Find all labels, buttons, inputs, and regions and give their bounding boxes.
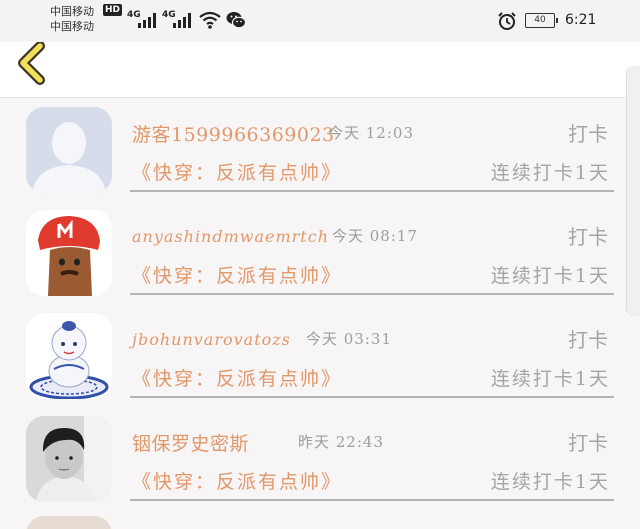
default-person-avatar[interactable]	[26, 107, 112, 193]
user-name[interactable]: jbohunvarovatozs	[132, 330, 291, 349]
signal-icon	[173, 12, 191, 28]
book-title[interactable]: 《快穿：反派有点帅》	[132, 261, 342, 288]
battery-icon: 40	[525, 13, 558, 28]
streak-label: 连续打卡1天	[490, 471, 610, 493]
checkin-time: 今天 03:31	[306, 330, 392, 348]
streak-label: 连续打卡1天	[490, 265, 610, 287]
row-divider	[130, 396, 614, 398]
list-item[interactable]: 游客1599966369023 今天 12:03 打卡 《快穿：反派有点帅》 连…	[0, 99, 640, 202]
porcelain-figure-avatar[interactable]	[26, 313, 112, 399]
checkin-list: 游客1599966369023 今天 12:03 打卡 《快穿：反派有点帅》 连…	[0, 99, 640, 511]
hd-badge: HD	[103, 4, 123, 16]
checkin-action[interactable]: 打卡	[568, 221, 608, 250]
boy-photo-avatar[interactable]	[26, 416, 112, 502]
checkin-time: 昨天 22:43	[298, 433, 384, 451]
streak-label: 连续打卡1天	[490, 368, 610, 390]
red-cap-character-avatar[interactable]	[26, 210, 112, 296]
alarm-icon	[498, 12, 516, 30]
list-item[interactable]: jbohunvarovatozs 今天 03:31 打卡 《快穿：反派有点帅》 …	[0, 305, 640, 408]
carrier-2: 中国移动	[50, 20, 94, 33]
clock: 6:21	[565, 12, 597, 28]
checkin-time: 今天 12:03	[328, 124, 414, 142]
checkin-time: 今天 08:17	[332, 227, 418, 245]
carrier-1: 中国移动	[50, 5, 94, 18]
user-name[interactable]: 铟保罗史密斯	[132, 429, 249, 456]
row-divider	[130, 499, 614, 501]
book-title[interactable]: 《快穿：反派有点帅》	[132, 467, 342, 494]
partial-avatar[interactable]	[26, 516, 112, 529]
chevron-left-icon	[18, 41, 45, 85]
book-title[interactable]: 《快穿：反派有点帅》	[132, 158, 342, 185]
user-name[interactable]: 游客1599966369023	[132, 120, 335, 147]
wechat-icon	[226, 12, 246, 29]
streak-label: 连续打卡1天	[490, 162, 610, 184]
back-button[interactable]	[14, 41, 54, 86]
signal-icon	[138, 12, 156, 28]
list-item[interactable]: anyashindmwaemrtch 今天 08:17 打卡 《快穿：反派有点帅…	[0, 202, 640, 305]
checkin-action[interactable]: 打卡	[568, 118, 608, 147]
wifi-icon	[199, 11, 221, 29]
nav-bar	[0, 41, 640, 98]
user-name[interactable]: anyashindmwaemrtch	[132, 227, 329, 246]
row-divider	[130, 190, 614, 192]
carrier-labels: 中国移动 中国移动	[50, 4, 94, 34]
status-bar: 中国移动 中国移动 HD 4G 4G 40 6:21	[0, 0, 640, 42]
book-title[interactable]: 《快穿：反派有点帅》	[132, 364, 342, 391]
row-divider	[130, 293, 614, 295]
list-item[interactable]: 铟保罗史密斯 昨天 22:43 打卡 《快穿：反派有点帅》 连续打卡1天	[0, 408, 640, 511]
checkin-action[interactable]: 打卡	[568, 324, 608, 353]
checkin-action[interactable]: 打卡	[568, 427, 608, 456]
